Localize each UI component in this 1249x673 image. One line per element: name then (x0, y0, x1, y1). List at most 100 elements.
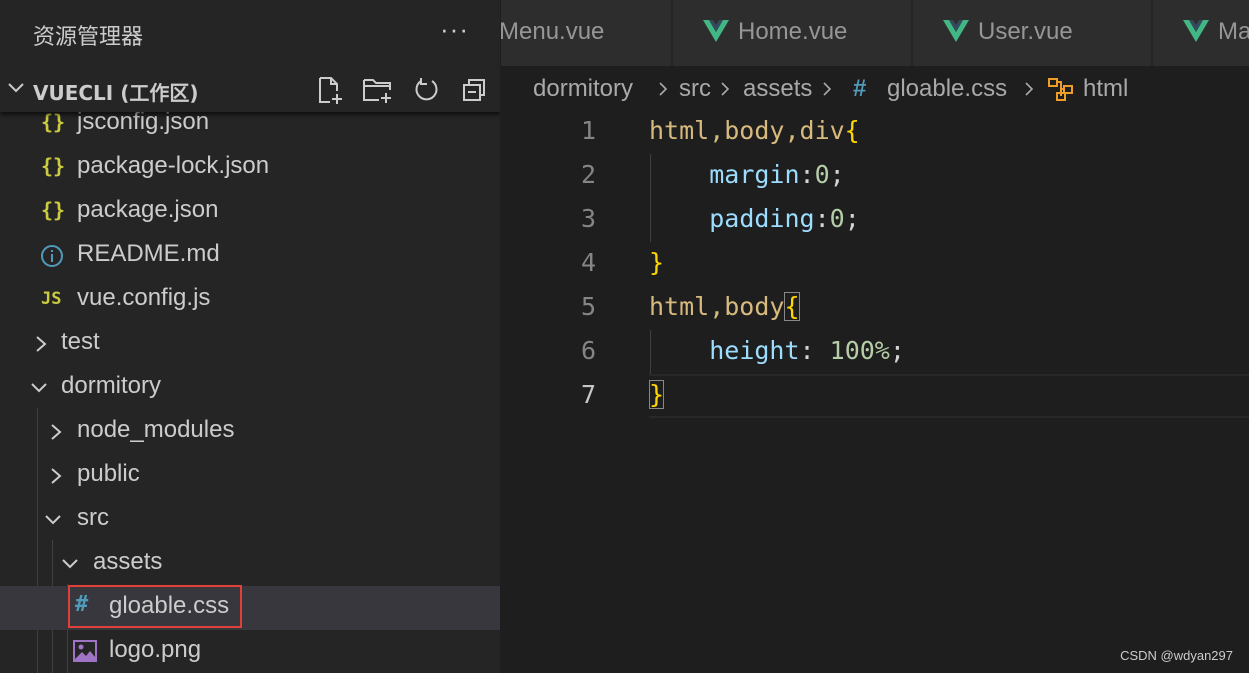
colon: : (814, 204, 830, 233)
semicolon: ; (829, 160, 845, 189)
brace: } (649, 248, 665, 277)
file-label: package-lock.json (77, 152, 270, 179)
breadcrumb-item[interactable]: assets (743, 75, 812, 103)
line-number: 2 (580, 160, 596, 189)
js-file-icon: JS (41, 289, 62, 309)
css-property: margin (709, 160, 800, 189)
breadcrumb-item[interactable]: src (679, 75, 711, 103)
folder-item-dormitory[interactable]: dormitory (0, 366, 500, 410)
highlight-box (68, 585, 242, 628)
folder-label: test (61, 328, 100, 355)
code-line: html,body{ (649, 292, 800, 321)
folder-item-src[interactable]: src (0, 498, 500, 542)
code-line: padding:0; (649, 204, 860, 233)
line-number: 7 (580, 380, 596, 409)
tab-user-vue[interactable]: User.vue (913, 0, 1152, 66)
file-label: README.md (77, 240, 220, 267)
new-file-icon (319, 77, 342, 104)
chevron-down-icon (62, 559, 78, 569)
chevron-down-icon (8, 83, 24, 93)
chevron-right-icon (1025, 82, 1034, 96)
chevron-right-icon (51, 424, 62, 440)
file-label: vue.config.js (77, 284, 211, 311)
folder-item-test[interactable]: test (0, 322, 500, 366)
folder-item-assets[interactable]: assets (0, 542, 500, 586)
tab-home-vue[interactable]: Home.vue (673, 0, 912, 66)
css-value: 100% (829, 336, 890, 365)
info-icon (41, 245, 63, 267)
folder-label: dormitory (61, 372, 162, 399)
line-number: 6 (580, 336, 596, 365)
workspace-actions (313, 74, 491, 106)
file-label: jsconfig.json (77, 108, 210, 135)
refresh-button[interactable] (409, 74, 443, 106)
css-property: padding (709, 204, 815, 233)
brace: { (844, 116, 860, 145)
current-line-highlight (649, 374, 1249, 418)
vue-icon (1183, 20, 1209, 42)
code-line: } (649, 380, 665, 409)
new-folder-icon (363, 79, 391, 103)
file-label: package.json (77, 196, 219, 223)
editor-area: Menu.vue Home.vue User.vue Ma dormitory … (501, 0, 1249, 673)
image-file-icon (73, 640, 97, 662)
workspace-header[interactable]: VUECLI (工作区) (0, 68, 500, 112)
css-value: 0 (829, 204, 845, 233)
collapse-all-button[interactable] (457, 74, 491, 106)
json-file-icon: {} (41, 110, 66, 134)
vscode-window: 资源管理器 ··· {} jsconfig.json {} package-lo… (0, 0, 1249, 673)
file-item-readme[interactable]: README.md (0, 234, 500, 278)
line-number: 3 (580, 204, 596, 233)
breadcrumb: dormitory src assets # gloable.css html (501, 66, 1249, 112)
semicolon: ; (844, 204, 860, 233)
file-item-package[interactable]: {} package.json (0, 190, 500, 234)
chevron-right-icon (659, 82, 668, 96)
line-number: 5 (580, 292, 596, 321)
css-value: 0 (814, 160, 830, 189)
chevron-right-icon (823, 82, 832, 96)
folder-item-public[interactable]: public (0, 454, 500, 498)
line-number: 1 (580, 116, 596, 145)
json-file-icon: {} (41, 154, 66, 178)
vue-icon (703, 20, 729, 42)
file-item-logo-png[interactable]: logo.png (0, 630, 500, 673)
semicolon: ; (889, 336, 905, 365)
brace-matched: } (649, 380, 665, 409)
code-line: } (649, 248, 664, 277)
chevron-down-icon (45, 515, 61, 525)
collapse-all-icon (463, 79, 485, 101)
folder-label: src (77, 504, 109, 531)
code-line: html,body,div{ (649, 116, 860, 145)
refresh-icon (415, 78, 438, 101)
colon: : (799, 336, 830, 365)
colon: : (799, 160, 815, 189)
workspace-title: VUECLI (工作区) (33, 81, 199, 105)
folder-label: assets (93, 548, 163, 575)
chevron-right-icon (36, 336, 47, 352)
chevron-right-icon (721, 82, 730, 96)
file-item-package-lock[interactable]: {} package-lock.json (0, 146, 500, 190)
folder-label: public (77, 460, 140, 487)
breadcrumb-item[interactable]: dormitory (533, 75, 633, 103)
file-label: logo.png (109, 636, 202, 663)
code-line: height: 100%; (649, 336, 905, 365)
css-property: height (709, 336, 800, 365)
symbol-class-icon (1048, 78, 1073, 101)
breadcrumb-item[interactable]: html (1083, 75, 1128, 103)
json-file-icon: {} (41, 198, 66, 222)
explorer-sidebar: 资源管理器 ··· {} jsconfig.json {} package-lo… (0, 0, 500, 673)
tab-menu-vue[interactable]: Menu.vue (501, 0, 672, 66)
explorer-title: 资源管理器 (33, 25, 144, 50)
tab-label: Home.vue (738, 18, 848, 45)
folder-label: node_modules (77, 416, 235, 443)
tab-label: Ma (1218, 18, 1249, 45)
vue-icon (943, 20, 969, 42)
watermark: CSDN @wdyan297 (1120, 648, 1233, 663)
new-file-button[interactable] (313, 74, 347, 106)
breadcrumb-item[interactable]: gloable.css (887, 75, 1007, 103)
folder-item-node-modules[interactable]: node_modules (0, 410, 500, 454)
tab-ma[interactable]: Ma (1153, 0, 1249, 66)
file-item-vue-config[interactable]: JS vue.config.js (0, 278, 500, 322)
new-folder-button[interactable] (361, 74, 395, 106)
more-actions-icon[interactable]: ··· (440, 14, 469, 45)
